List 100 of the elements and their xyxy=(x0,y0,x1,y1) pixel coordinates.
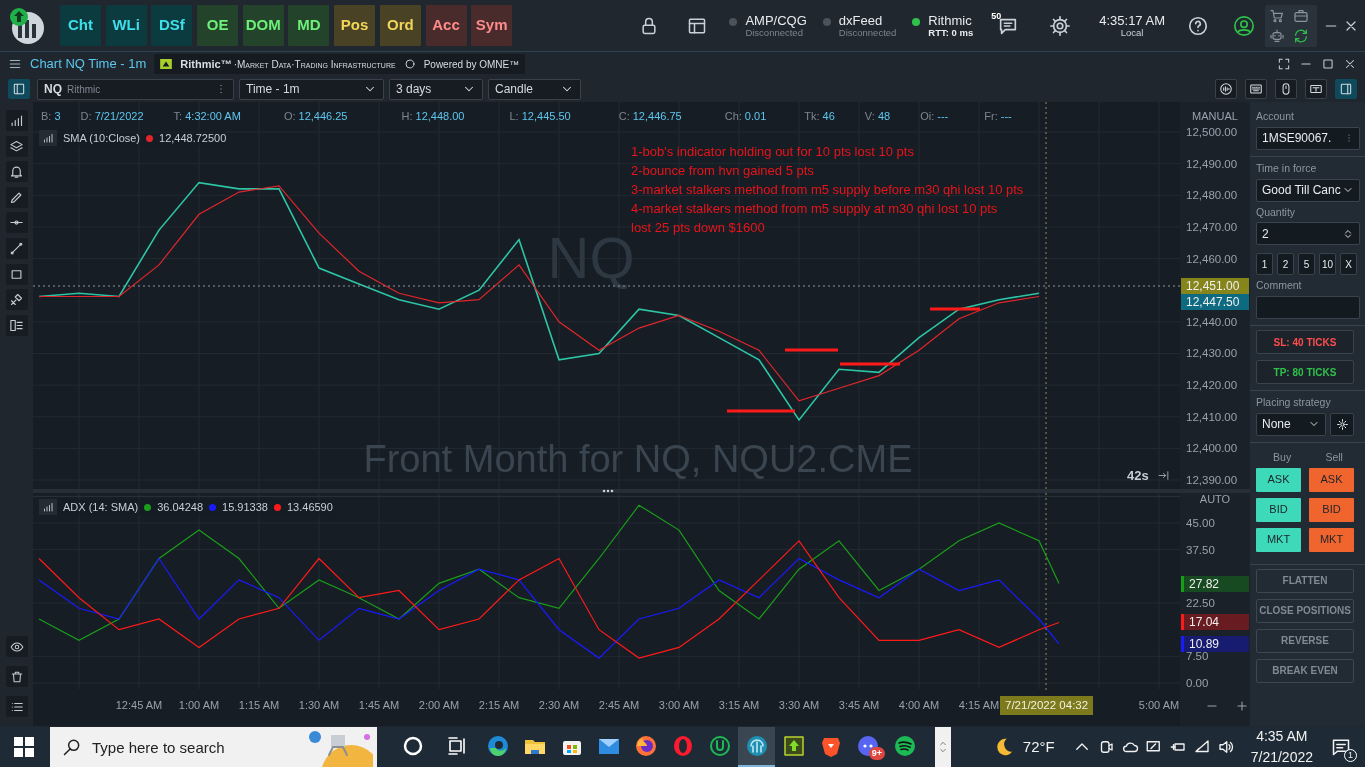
panel-toggle-button[interactable] xyxy=(8,79,30,99)
trash-icon xyxy=(9,669,24,684)
user-icon[interactable] xyxy=(1233,14,1255,37)
app-tile[interactable]: DSf xyxy=(151,5,193,46)
panel-toggle-button[interactable] xyxy=(1335,79,1357,99)
app-tile[interactable]: Sym xyxy=(471,5,513,46)
buy-button[interactable]: ASK xyxy=(1256,467,1301,492)
robot-icon[interactable] xyxy=(1269,27,1285,44)
horizontal-line-tool[interactable] xyxy=(5,212,28,234)
alert-icon xyxy=(9,164,24,180)
taskbar-app[interactable]: 9+ xyxy=(849,727,886,767)
axis-label: 37.50 xyxy=(1186,543,1215,556)
audio-button[interactable] xyxy=(1215,79,1237,99)
app-tile[interactable]: OE xyxy=(197,5,239,46)
info-field: H: 12,448.00 xyxy=(401,108,510,126)
take-profit-button[interactable]: TP: 80 TICKS xyxy=(1256,360,1354,384)
quantity-field[interactable]: 2 xyxy=(1256,222,1360,246)
buy-button[interactable]: MKT xyxy=(1256,527,1301,552)
browser-icon xyxy=(633,734,658,758)
keyboard-button[interactable] xyxy=(1245,79,1267,99)
taskbar-date[interactable]: 7/21/2022 xyxy=(1250,747,1313,767)
trend-line-tool[interactable] xyxy=(5,237,28,259)
cart-icon[interactable] xyxy=(1269,7,1285,24)
sell-button[interactable]: BID xyxy=(1309,497,1354,522)
trend-line-icon xyxy=(9,240,24,256)
axis-label: 12,480.00 xyxy=(1186,189,1238,202)
connection-name: dxFeed xyxy=(838,13,884,28)
rectangle-tool[interactable] xyxy=(5,263,28,285)
volume-icon[interactable] xyxy=(1216,738,1235,756)
dropdown[interactable]: 3 days xyxy=(389,78,483,100)
quantity-button[interactable]: X xyxy=(1340,253,1357,276)
layers-tool[interactable] xyxy=(5,135,28,157)
close-icon[interactable] xyxy=(1343,57,1357,71)
action-button[interactable]: FLATTEN xyxy=(1256,568,1354,593)
action-button[interactable]: CLOSE POSITIONS xyxy=(1256,598,1354,623)
indicator-settings-button[interactable] xyxy=(39,130,57,147)
pane-resize-handle[interactable] xyxy=(602,489,614,493)
search-field[interactable]: Type here to search xyxy=(50,727,377,767)
value-marker: 10.89 xyxy=(1181,636,1249,653)
ring-icon xyxy=(403,58,416,70)
weather-temperature[interactable]: 72°F xyxy=(1022,735,1055,759)
quantity-button[interactable]: 5 xyxy=(1298,253,1315,276)
panel-icon xyxy=(1339,82,1353,96)
stop-loss-button[interactable]: SL: 40 TICKS xyxy=(1256,330,1354,354)
notifications-icon[interactable] xyxy=(1331,737,1351,757)
eye-button[interactable] xyxy=(5,636,28,657)
indicator-settings-button[interactable] xyxy=(39,499,57,516)
fullscreen-icon[interactable] xyxy=(1277,57,1291,71)
scroll-end-icon[interactable] xyxy=(1156,469,1170,483)
maximize-icon[interactable] xyxy=(1321,57,1335,71)
scale-mode[interactable]: MANUAL xyxy=(1180,108,1250,125)
time-in-force-dropdown[interactable]: Good Till Canc xyxy=(1256,178,1360,202)
strategy-settings-button[interactable] xyxy=(1330,412,1354,436)
axis-label: 12,460.00 xyxy=(1186,252,1238,265)
taskbar-app[interactable] xyxy=(738,727,775,767)
quantity-button[interactable]: 2 xyxy=(1277,253,1294,276)
taskbar-time[interactable]: 4:35 AM xyxy=(1256,726,1308,747)
search-icon xyxy=(62,737,82,757)
scale-mode[interactable]: AUTO xyxy=(1180,491,1250,508)
axis-label: 3:00 AM xyxy=(658,699,700,711)
list-button[interactable] xyxy=(5,696,28,717)
menu-icon[interactable] xyxy=(8,57,22,71)
app-tile[interactable]: Acc xyxy=(425,5,467,46)
settings-icon[interactable] xyxy=(1049,14,1072,37)
comment-field[interactable] xyxy=(1256,296,1360,319)
app-tile[interactable]: Ord xyxy=(379,5,421,46)
action-button[interactable]: REVERSE xyxy=(1256,628,1354,653)
settings-icon xyxy=(1335,417,1349,431)
buy-button[interactable]: BID xyxy=(1256,497,1301,522)
app-tile[interactable]: WLi xyxy=(105,5,147,46)
axis-label: 2:45 AM xyxy=(598,699,640,711)
strategy-dropdown[interactable]: None xyxy=(1256,412,1326,436)
tools-tool[interactable] xyxy=(5,289,28,311)
mouse-button[interactable] xyxy=(1275,79,1297,99)
quantity-button[interactable]: 1 xyxy=(1256,253,1273,276)
app-tile[interactable]: DOM xyxy=(242,5,284,46)
app-tile[interactable]: Cht xyxy=(60,5,101,46)
dropdown[interactable]: Candle xyxy=(488,78,581,100)
zoom-in-icon[interactable] xyxy=(1235,699,1249,713)
chart-bars-tool[interactable] xyxy=(5,110,28,131)
info-field: D: 7/21/2022 xyxy=(80,108,174,126)
windows-start-icon[interactable] xyxy=(14,737,34,757)
account-field[interactable]: 1MSE90067. xyxy=(1256,126,1360,150)
app-tile[interactable]: MD xyxy=(288,5,330,46)
indicators-tool[interactable] xyxy=(5,314,28,336)
help-icon[interactable] xyxy=(1187,14,1209,37)
symbol-field[interactable]: NQ Rithmic xyxy=(37,78,234,100)
dropdown[interactable]: Time - 1m xyxy=(239,78,384,100)
window-title: Chart NQ Time - 1m xyxy=(30,55,147,74)
action-button[interactable]: BREAK EVEN xyxy=(1256,658,1354,683)
alert-tool[interactable] xyxy=(5,161,28,183)
pencil-tool[interactable] xyxy=(5,186,28,208)
text-box-button[interactable] xyxy=(1305,79,1327,99)
refresh-icon[interactable] xyxy=(1293,27,1309,44)
trash-button[interactable] xyxy=(5,666,28,687)
app-tile[interactable]: Pos xyxy=(334,5,376,46)
sell-button[interactable]: ASK xyxy=(1309,467,1354,492)
briefcase-icon[interactable] xyxy=(1293,7,1309,24)
quantity-button[interactable]: 10 xyxy=(1319,253,1336,276)
sell-button[interactable]: MKT xyxy=(1309,527,1354,552)
